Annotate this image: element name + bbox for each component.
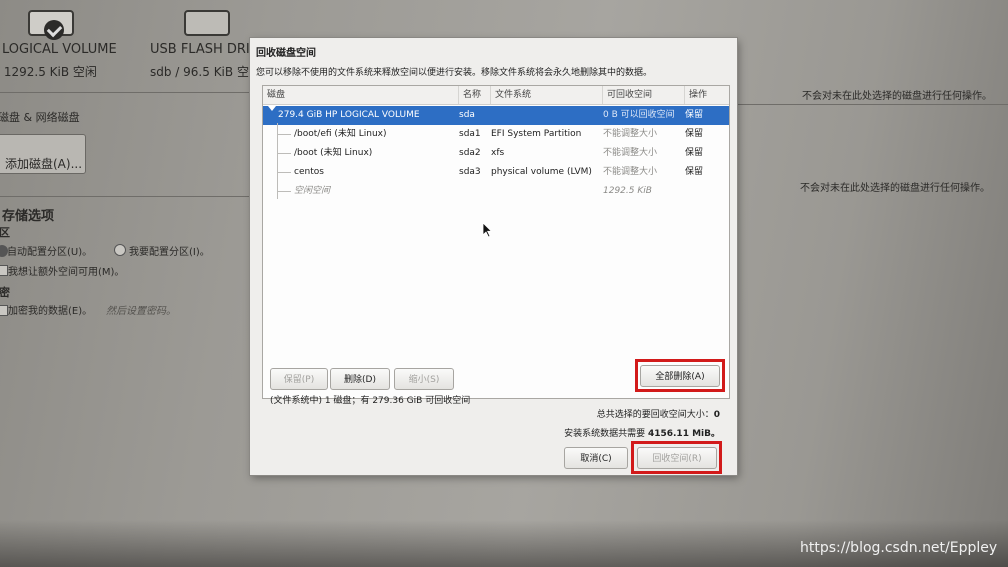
selected-total-label: 总共选择的要回收空间大小： <box>596 410 714 420</box>
column-header-filesystem[interactable]: 文件系统 <box>491 86 603 104</box>
row-filesystem: physical volume (LVM) <box>491 167 592 177</box>
disk1-detail: / 1292.5 KiB 空闲 <box>0 65 97 79</box>
row-reclaimable: 0 B 可以回收空间 <box>603 110 675 120</box>
row-name: sda3 <box>459 167 481 177</box>
shrink-button[interactable]: 缩小(S) <box>394 368 454 390</box>
reclaim-space-dialog: 回收磁盘空间 您可以移除不使用的文件系统来释放空间以便进行安装。移除文件系统将会… <box>250 38 737 475</box>
checkmark-icon <box>44 20 64 40</box>
row-reclaimable: 不能调整大小 <box>603 167 658 177</box>
row-filesystem: xfs <box>491 148 505 158</box>
row-disk: centos <box>294 167 324 177</box>
watermark: https://blog.csdn.net/Eppley <box>800 540 998 556</box>
divider <box>0 92 250 93</box>
row-disk: 空闲空间 <box>294 186 331 196</box>
column-header-action[interactable]: 操作 <box>685 86 729 104</box>
column-header-disk[interactable]: 磁盘 <box>263 86 459 104</box>
row-action[interactable]: 保留 <box>685 163 703 182</box>
table-row[interactable]: centos sda3 physical volume (LVM) 不能调整大小… <box>263 163 729 182</box>
manual-partition-label[interactable]: 我要配置分区(I)。 <box>129 243 210 258</box>
expander-icon[interactable] <box>268 106 276 111</box>
usb-drive-icon <box>184 10 230 36</box>
row-reclaimable: 不能调整大小 <box>603 129 658 139</box>
table-row[interactable]: 279.4 GiB HP LOGICAL VOLUME sda 0 B 可以回收… <box>263 106 729 125</box>
dialog-description: 您可以移除不使用的文件系统来释放空间以便进行安装。移除文件系统将会永久地删除其中… <box>256 68 653 78</box>
add-disk-label: 添加磁盘(A)... <box>5 157 83 171</box>
column-header-reclaimable[interactable]: 可回收空间 <box>603 86 685 104</box>
disk2-name[interactable]: USB FLASH DRI <box>150 42 250 57</box>
highlight-box <box>631 441 722 474</box>
row-action[interactable]: 保留 <box>685 144 703 163</box>
extra-space-label[interactable]: 我想让额外空间可用(M)。 <box>8 263 124 278</box>
row-name: sda <box>459 110 475 120</box>
cancel-button[interactable]: 取消(C) <box>564 447 628 469</box>
row-action[interactable]: 保留 <box>685 106 703 125</box>
row-reclaimable: 不能调整大小 <box>603 148 658 158</box>
add-disk-button[interactable]: 添加磁盘(A)... <box>0 134 86 174</box>
right-note-1: 不会对未在此处选择的磁盘进行任何操作。 <box>802 91 992 102</box>
preserve-button[interactable]: 保留(P) <box>270 368 328 390</box>
row-action[interactable]: 保留 <box>685 125 703 144</box>
encrypt-hint: 然后设置密码。 <box>106 306 176 317</box>
extra-space-checkbox[interactable] <box>0 265 8 276</box>
highlight-box <box>635 359 725 392</box>
disk1-name[interactable]: LOGICAL VOLUME <box>2 42 117 57</box>
row-disk: /boot (未知 Linux) <box>294 148 373 158</box>
row-name: sda2 <box>459 148 481 158</box>
required-label: 安装系统数据共需要 <box>564 429 646 439</box>
required-value: 4156.11 MiB。 <box>647 429 720 439</box>
encrypt-checkbox[interactable] <box>0 305 8 316</box>
delete-button[interactable]: 删除(D) <box>330 368 390 390</box>
required-space: 安装系统数据共需要 4156.11 MiB。 <box>540 426 720 439</box>
auto-partition-label[interactable]: 自动配置分区(U)。 <box>7 243 92 258</box>
manual-partition-radio[interactable] <box>114 244 126 256</box>
selected-total-value: 0 <box>713 410 720 420</box>
table-row[interactable]: /boot/efi (未知 Linux) sda1 EFI System Par… <box>263 125 729 144</box>
encryption-label: 密 <box>0 286 10 299</box>
encrypt-data-label[interactable]: 加密我的数据(E)。 <box>8 302 92 317</box>
row-name: sda1 <box>459 129 481 139</box>
right-note-2: 不会对未在此处选择的磁盘进行任何操作。 <box>800 183 990 194</box>
row-filesystem: EFI System Partition <box>491 129 582 139</box>
disk2-detail: sdb / 96.5 KiB 空 <box>150 65 249 79</box>
section-label: 磁盘 & 网络磁盘 <box>0 111 80 124</box>
row-disk: /boot/efi (未知 Linux) <box>294 129 387 139</box>
divider <box>0 196 250 197</box>
divider <box>737 104 1008 105</box>
partition-label: 区 <box>0 226 10 239</box>
table-row[interactable]: /boot (未知 Linux) sda2 xfs 不能调整大小 保留 <box>263 144 729 163</box>
row-disk: 279.4 GiB HP LOGICAL VOLUME <box>278 110 420 120</box>
column-header-name[interactable]: 名称 <box>459 86 491 104</box>
mouse-cursor-icon <box>483 223 493 238</box>
storage-options-title: 存储选项 <box>2 209 55 224</box>
row-reclaimable: 1292.5 KiB <box>603 186 652 196</box>
reclaimable-summary: (文件系统中) 1 磁盘；有 279.36 GiB 可回收空间 <box>270 396 471 406</box>
selected-total: 总共选择的要回收空间大小：0 <box>580 407 720 420</box>
dialog-title: 回收磁盘空间 <box>256 48 316 59</box>
table-row[interactable]: 空闲空间 1292.5 KiB <box>263 182 729 201</box>
disk-table: 磁盘 名称 文件系统 可回收空间 操作 279.4 GiB HP LOGICAL… <box>262 85 730 399</box>
